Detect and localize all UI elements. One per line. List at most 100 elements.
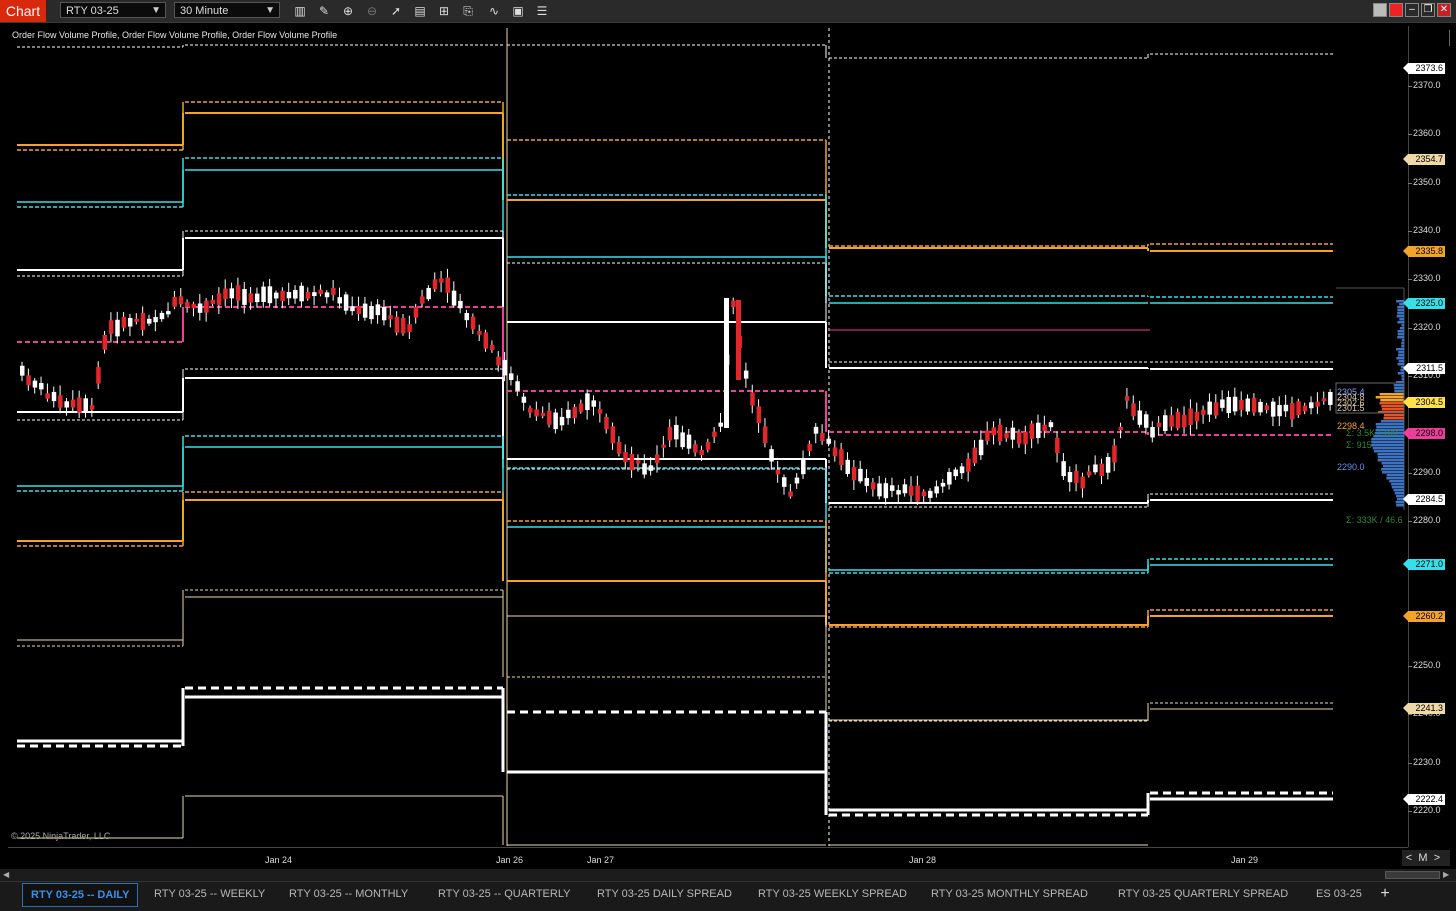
volume-profile-label: 2301.5: [1337, 403, 1365, 413]
candle-body: [350, 306, 355, 312]
volume-bar: [1375, 396, 1404, 399]
chart-tab[interactable]: RTY 03-25 MONTHLY SPREAD: [923, 883, 1096, 905]
candle-body: [743, 370, 749, 379]
candle-body: [1251, 397, 1257, 413]
price-tick-mark: [1408, 182, 1412, 184]
price-tick-mark: [1408, 134, 1412, 136]
candle-body: [877, 483, 882, 497]
candle-body: [553, 412, 558, 430]
volume-bar: [1397, 330, 1404, 333]
price-tick-label: 2370.0: [1413, 80, 1441, 90]
price-chart[interactable]: [8, 26, 1408, 847]
candle-body: [1023, 431, 1028, 445]
volume-bar: [1393, 489, 1404, 492]
draw-pencil-icon[interactable]: ✎: [316, 3, 332, 19]
indicators-icon[interactable]: ∿: [486, 3, 502, 19]
candle-body: [1004, 433, 1009, 439]
link-color-icon[interactable]: [1389, 3, 1403, 17]
candle-body: [115, 319, 120, 337]
zoom-out-icon[interactable]: ⊖: [364, 3, 380, 19]
strategies-icon[interactable]: ⎘: [460, 3, 476, 19]
candle-body: [1029, 423, 1035, 439]
candle-body: [496, 356, 501, 366]
time-axis-label: Jan 27: [587, 855, 615, 865]
chart-tab[interactable]: ES 03-25: [1308, 883, 1370, 905]
candle-body: [1232, 396, 1238, 412]
next-button[interactable]: >: [1430, 850, 1444, 866]
candle-body: [559, 416, 565, 426]
chart-tab[interactable]: RTY 03-25 -- QUARTERLY: [430, 883, 578, 905]
candle-body: [750, 392, 755, 406]
scroll-left-icon[interactable]: ◀: [3, 869, 9, 881]
chart-tab[interactable]: RTY 03-25 WEEKLY SPREAD: [750, 883, 915, 905]
instrument-selector[interactable]: RTY 03-25 ▼: [60, 2, 166, 18]
candle-body: [1245, 398, 1251, 412]
chart-tab[interactable]: RTY 03-25 DAILY SPREAD: [589, 883, 740, 905]
zoom-in-icon[interactable]: ⊕: [340, 3, 356, 19]
volume-profile-label: 2290.0: [1337, 462, 1365, 472]
time-axis-label: Jan 24: [265, 855, 293, 865]
candle-body: [1010, 427, 1016, 440]
candle-body: [293, 289, 298, 299]
chart-tab[interactable]: RTY 03-25 QUARTERLY SPREAD: [1110, 883, 1296, 905]
candle-body: [39, 383, 44, 390]
data-box-icon[interactable]: ▤: [412, 3, 428, 19]
candle-body: [1169, 415, 1174, 427]
chart-tab[interactable]: RTY 03-25 -- DAILY: [22, 883, 139, 907]
candle-body: [578, 403, 584, 412]
mode-button[interactable]: M: [1416, 850, 1430, 866]
properties-icon[interactable]: ▣: [510, 3, 526, 19]
chart-app-badge: Chart: [0, 0, 46, 22]
chart-tab[interactable]: RTY 03-25 -- MONTHLY: [281, 883, 416, 905]
scroll-thumb[interactable]: [1385, 871, 1440, 879]
candle-body: [254, 293, 260, 303]
candle-body: [318, 289, 323, 295]
candle-body: [851, 467, 857, 481]
chart-canvas[interactable]: [8, 26, 1408, 847]
bar-type-icon[interactable]: ▥: [292, 3, 308, 19]
volume-bar: [1386, 474, 1404, 477]
volume-bar: [1397, 336, 1404, 339]
candle-body: [1207, 401, 1212, 415]
candle-body: [547, 410, 552, 425]
time-axis[interactable]: [8, 847, 1408, 870]
prev-button[interactable]: <: [1402, 850, 1416, 866]
templates-icon[interactable]: ⊞: [436, 3, 452, 19]
volume-bar: [1396, 357, 1404, 360]
minimize-icon[interactable]: –: [1405, 3, 1419, 17]
volume-bar: [1401, 324, 1404, 327]
chart-tab[interactable]: RTY 03-25 -- WEEKLY: [146, 883, 273, 905]
price-level-tag: 2241.3: [1403, 702, 1445, 714]
horizontal-scrollbar[interactable]: [0, 869, 1456, 881]
volume-bar: [1375, 423, 1404, 426]
price-tick-mark: [1408, 714, 1412, 716]
indicator-label: Order Flow Volume Profile, Order Flow Vo…: [12, 30, 338, 40]
candle-body: [1290, 403, 1295, 420]
candle-body: [839, 449, 844, 466]
candle-body: [978, 439, 984, 456]
candle-body: [1042, 424, 1047, 431]
pointer-icon[interactable]: ➚: [388, 3, 404, 19]
candle-body: [445, 277, 450, 293]
candle-body: [870, 482, 876, 490]
candle-body: [280, 290, 285, 301]
candle-body: [788, 491, 793, 497]
candle-body: [801, 458, 806, 475]
candle-body: [1213, 402, 1219, 416]
price-tick-label: 2320.0: [1413, 321, 1441, 332]
scroll-right-icon[interactable]: ▶: [1443, 869, 1449, 881]
candle-body: [153, 317, 158, 323]
close-icon[interactable]: ✕: [1437, 3, 1451, 17]
candle-body: [635, 460, 641, 464]
volume-profile-label: Σ: 3.5K / 100: [1346, 428, 1398, 438]
add-tab-icon[interactable]: +: [1376, 883, 1394, 905]
candle-body: [597, 409, 603, 414]
candle-body: [324, 292, 330, 298]
price-tick-mark: [1408, 665, 1412, 667]
restore-icon[interactable]: ❐: [1421, 3, 1435, 17]
candle-body: [159, 312, 165, 320]
list-icon[interactable]: ☰: [534, 3, 550, 19]
timeframe-selector[interactable]: 30 Minute ▼: [174, 2, 280, 18]
window-color-icon[interactable]: [1373, 3, 1387, 17]
volume-bar: [1380, 420, 1404, 423]
